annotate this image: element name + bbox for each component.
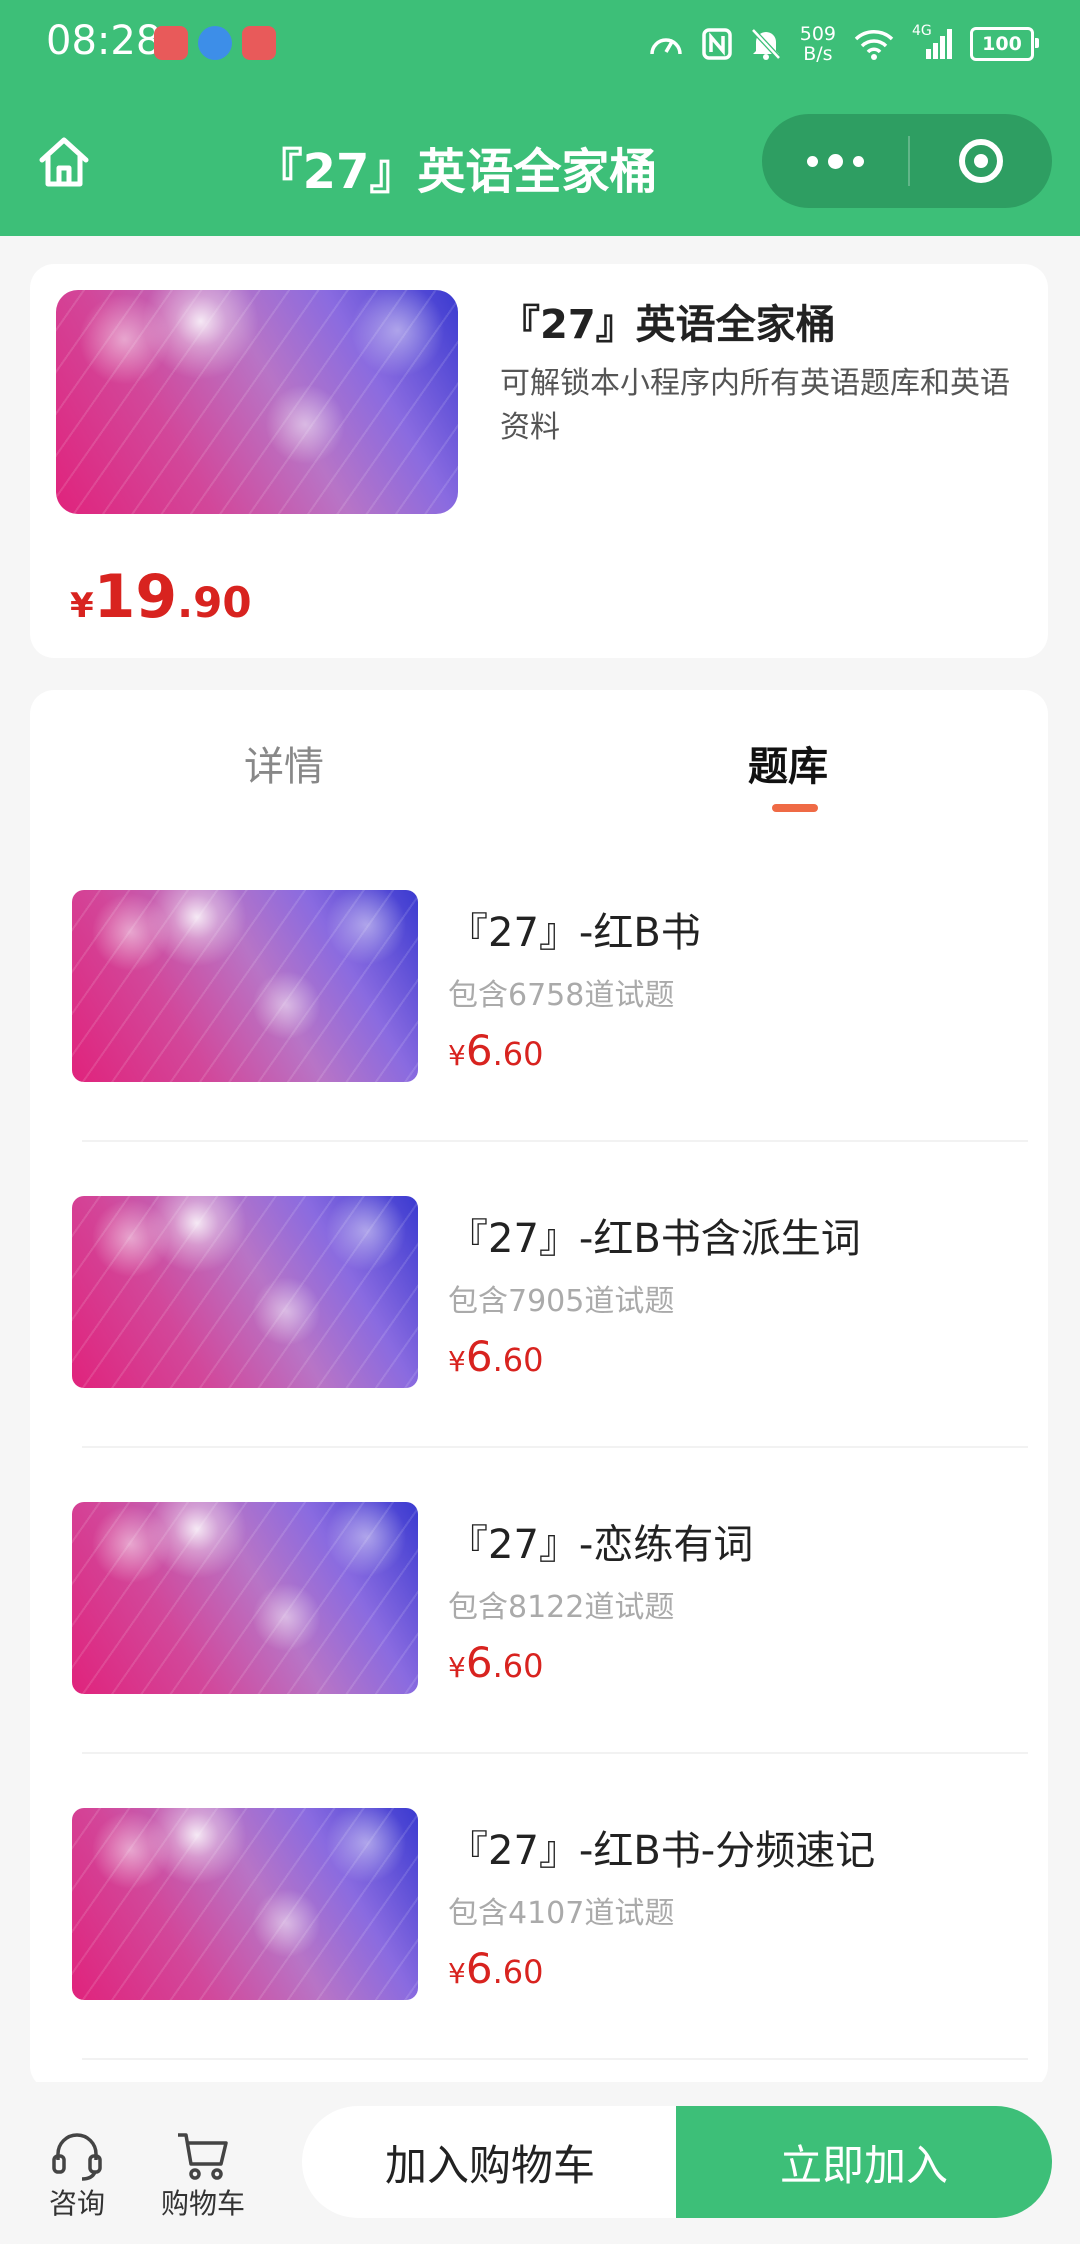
nav-bar: 『27』英语全家桶 <box>0 110 1080 210</box>
cart-label: 购物车 <box>160 2187 245 2220</box>
battery-icon: 100 <box>970 27 1039 61</box>
divider <box>82 1140 1028 1142</box>
price-decimal: .60 <box>492 1035 544 1073</box>
item-question-count: 包含4107道试题 <box>448 1896 675 1931</box>
top-bar: 08:28 509 B/s 4G 100 『27』英语全家桶 <box>0 0 1080 236</box>
active-tab-indicator <box>772 804 818 812</box>
huawei-notification-icon-2 <box>242 26 276 60</box>
item-name: 『27』-红B书-分频速记 <box>448 1828 876 1874</box>
item-image <box>72 1808 418 2000</box>
item-image <box>72 1502 418 1694</box>
huawei-notification-icon <box>154 26 188 60</box>
consult-label: 咨询 <box>48 2187 105 2220</box>
price-decimal: .90 <box>177 578 252 627</box>
cart-button[interactable]: 购物车 <box>148 2122 258 2222</box>
add-to-cart-button[interactable]: 加入购物车 <box>302 2106 678 2218</box>
status-bar: 08:28 509 B/s 4G 100 <box>0 0 1080 88</box>
tab-details[interactable]: 详情 <box>244 734 324 792</box>
item-price: ¥6.60 <box>448 1332 543 1381</box>
product-card: 『27』英语全家桶 可解锁本小程序内所有英语题库和英语资料 ¥19.90 <box>30 264 1048 658</box>
divider <box>82 1752 1028 1754</box>
list-item[interactable]: 『27』-红B书 包含6758道试题 ¥6.60 <box>30 890 1048 1196</box>
product-title: 『27』英语全家桶 <box>500 302 836 348</box>
divider <box>82 1446 1028 1448</box>
item-name: 『27』-红B书 <box>448 910 701 956</box>
list-item[interactable]: 『27』-红B书含派生词 包含7905道试题 ¥6.60 <box>30 1196 1048 1502</box>
mini-program-capsule <box>762 114 1052 208</box>
item-price: ¥6.60 <box>448 1026 543 1075</box>
speedometer-icon <box>649 38 682 55</box>
price-decimal: .60 <box>492 1647 544 1685</box>
signal-label: 4G <box>912 23 932 39</box>
item-price: ¥6.60 <box>448 1638 543 1687</box>
wifi-icon <box>854 30 894 60</box>
browser-notification-icon <box>198 26 232 60</box>
net-speed-value: 509 <box>799 23 836 45</box>
headset-icon <box>52 2133 102 2181</box>
price-symbol: ¥ <box>448 1345 466 1378</box>
item-question-count: 包含7905道试题 <box>448 1284 675 1319</box>
nfc-icon <box>701 28 732 60</box>
price-symbol: ¥ <box>70 586 94 626</box>
list-item[interactable]: 『27』-红B书-分频速记 包含4107道试题 ¥6.60 <box>30 1808 1048 2114</box>
product-image <box>56 290 458 514</box>
price-decimal: .60 <box>492 1341 544 1379</box>
price-symbol: ¥ <box>448 1651 466 1684</box>
price-decimal: .60 <box>492 1953 544 1991</box>
signal-icon: 4G <box>912 23 952 61</box>
item-question-count: 包含8122道试题 <box>448 1590 675 1625</box>
divider <box>82 2058 1028 2060</box>
more-dots-icon[interactable] <box>762 114 908 208</box>
price-integer: 6 <box>465 1638 493 1687</box>
join-now-button[interactable]: 立即加入 <box>676 2106 1052 2218</box>
product-description: 可解锁本小程序内所有英语题库和英语资料 <box>500 366 1010 445</box>
mute-bell-icon <box>750 28 781 60</box>
product-price: ¥19.90 <box>70 562 252 632</box>
battery-level: 100 <box>982 33 1022 55</box>
price-symbol: ¥ <box>448 1039 466 1072</box>
consult-button[interactable]: 咨询 <box>22 2122 132 2222</box>
list-item[interactable]: 『27』-恋练有词 包含8122道试题 ¥6.60 <box>30 1502 1048 1808</box>
item-question-count: 包含6758道试题 <box>448 978 675 1013</box>
close-target-icon[interactable] <box>910 139 1052 183</box>
status-time: 08:28 <box>46 18 162 64</box>
item-name: 『27』-恋练有词 <box>448 1522 754 1568</box>
price-symbol: ¥ <box>448 1957 466 1990</box>
page-title-text: 『27』英语全家桶 <box>254 144 658 200</box>
item-image <box>72 1196 418 1388</box>
cart-icon <box>178 2133 228 2180</box>
tab-question-bank[interactable]: 题库 <box>748 734 828 792</box>
net-speed: 509 B/s <box>800 24 836 64</box>
bottom-action-bar: 咨询 购物车 加入购物车 立即加入 <box>0 2082 1080 2244</box>
item-name: 『27』-红B书含派生词 <box>448 1216 861 1262</box>
price-integer: 19 <box>93 562 178 632</box>
price-integer: 6 <box>465 1026 493 1075</box>
question-bank-card: 详情 题库 『27』-红B书 包含6758道试题 ¥6.60 『27』-红B书含… <box>30 690 1048 2090</box>
item-image <box>72 890 418 1082</box>
price-integer: 6 <box>465 1944 493 1993</box>
net-speed-unit: B/s <box>803 43 833 65</box>
price-integer: 6 <box>465 1332 493 1381</box>
status-icons: 509 B/s 4G 100 <box>648 20 1039 68</box>
item-price: ¥6.60 <box>448 1944 543 1993</box>
